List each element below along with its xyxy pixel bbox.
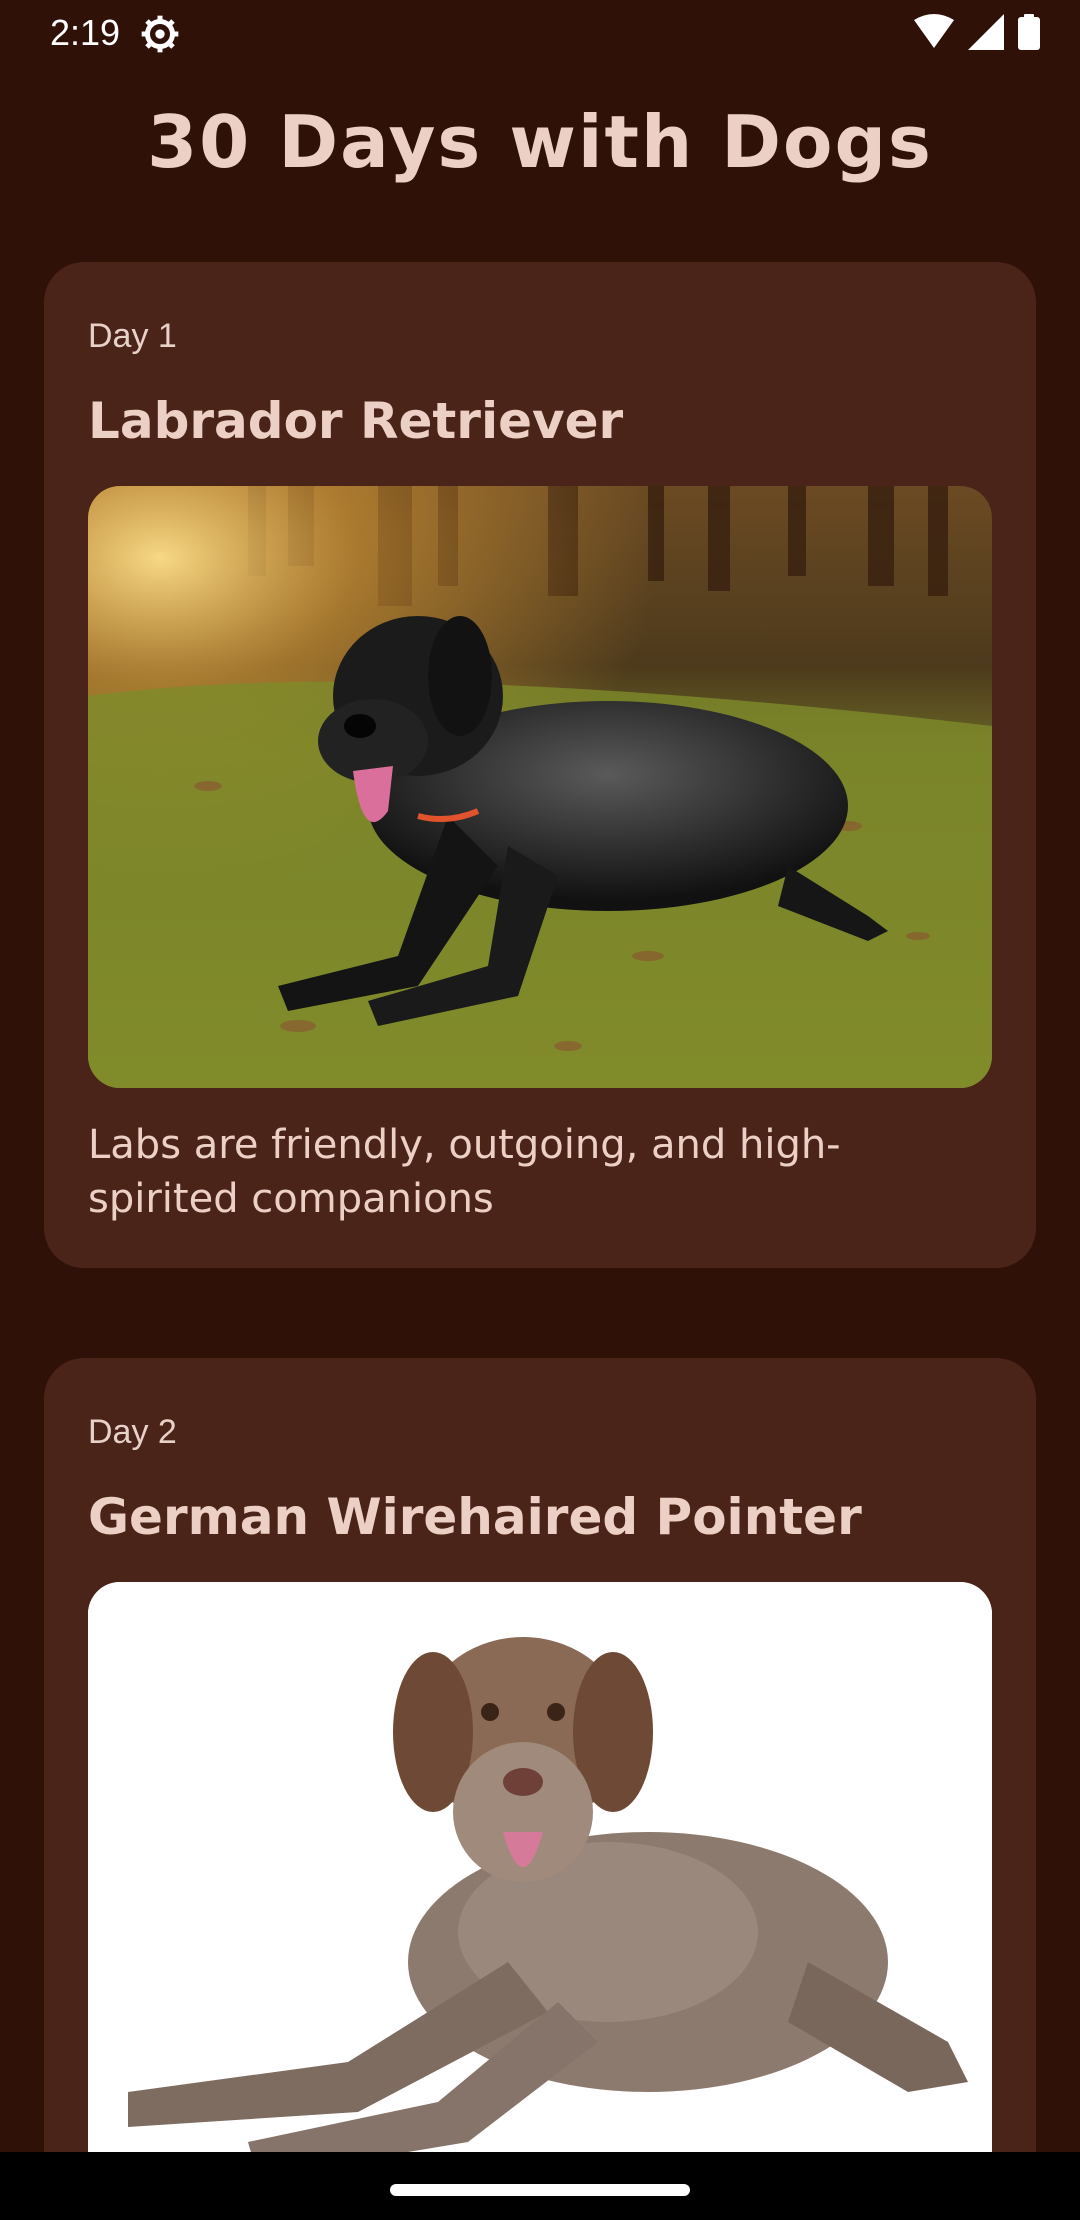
status-time: 2:19	[50, 12, 121, 53]
status-bar: 2:19	[0, 0, 1080, 66]
dog-card[interactable]: Day 2 German Wirehaired Pointer	[44, 1358, 1036, 2220]
dog-name: German Wirehaired Pointer	[88, 1488, 862, 1546]
battery-icon	[1018, 14, 1040, 50]
dog-name: Labrador Retriever	[88, 392, 624, 450]
navigation-bar	[0, 2152, 1080, 2220]
wifi-icon	[914, 14, 954, 48]
home-gesture-handle[interactable]	[390, 2184, 690, 2196]
settings-icon	[141, 15, 179, 53]
app-title: 30 Days with Dogs	[147, 100, 933, 184]
day-label: Day 1	[88, 317, 177, 355]
dog-description: Labs are friendly, outgoing, and high-sp…	[88, 1122, 841, 1222]
german-wirehaired-pointer-photo	[88, 1582, 992, 2220]
day-label: Day 2	[88, 1413, 177, 1451]
cellular-signal-icon	[968, 14, 1004, 50]
dog-card[interactable]: Day 1 Labrador Retriever Labs are friend…	[44, 262, 1036, 1268]
labrador-retriever-photo	[88, 486, 992, 1088]
